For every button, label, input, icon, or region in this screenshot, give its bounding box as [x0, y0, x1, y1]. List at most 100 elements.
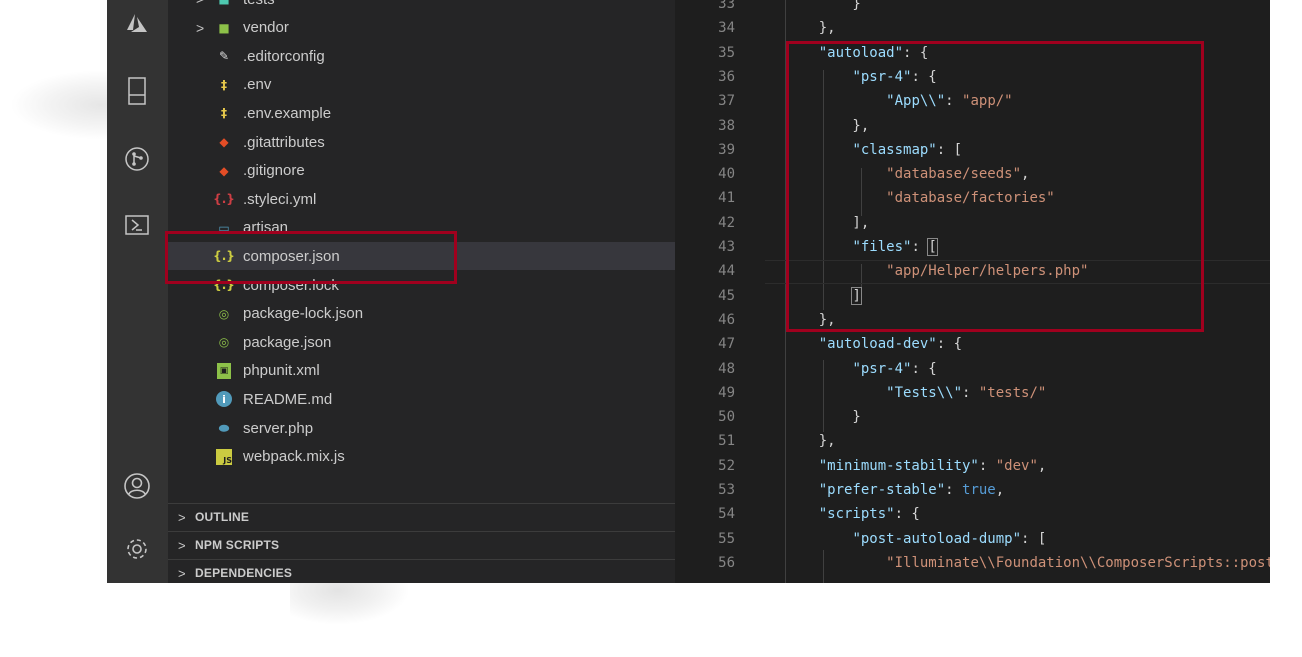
chevron-right-icon: > [178, 565, 186, 581]
account-icon[interactable] [120, 469, 154, 503]
code-line[interactable]: 56 "Illuminate\\Foundation\\ComposerScri… [675, 552, 1270, 576]
line-number: 33 [718, 0, 735, 12]
yaml-icon: {.} [213, 192, 235, 207]
panel-npm-scripts[interactable]: > NPM SCRIPTS [168, 531, 675, 558]
code-line[interactable]: 37 "App\\": "app/" [675, 90, 1270, 114]
code-line[interactable]: 53 "prefer-stable": true, [675, 479, 1270, 503]
code-line[interactable]: 54 "scripts": { [675, 503, 1270, 527]
code-text: }, [785, 117, 870, 134]
code-editor[interactable]: 33 } 34 }, 35 "autoload": {36 "psr-4": {37… [675, 0, 1270, 583]
git-icon: ◆ [219, 135, 229, 149]
code-line[interactable]: 55 "post-autoload-dump": [ [675, 528, 1270, 552]
code-line[interactable]: 52 "minimum-stability": "dev", [675, 455, 1270, 479]
terminal-icon[interactable] [120, 208, 154, 242]
file-name-label: package-lock.json [243, 305, 364, 323]
env-icon: ‡ [221, 106, 227, 121]
code-text: "scripts": { [818, 506, 920, 523]
tree-file[interactable]: {.} composer.json [168, 242, 675, 271]
activity-bar [107, 0, 168, 583]
code-line[interactable]: 40 "database/seeds", [675, 163, 1270, 187]
line-number: 52 [718, 457, 735, 474]
tree-file[interactable]: ◆ .gitignore [168, 157, 675, 185]
folder-tests-icon: ■ [214, 0, 234, 8]
chevron-right-icon[interactable]: > [196, 20, 204, 36]
remote-explorer-icon[interactable] [120, 74, 154, 108]
code-line[interactable]: 43 "files": [ [675, 236, 1270, 260]
line-number: 56 [718, 554, 735, 571]
line-number: 39 [718, 141, 735, 158]
line-number: 55 [718, 530, 735, 547]
code-line[interactable]: 50 } [675, 406, 1270, 430]
panel-label: OUTLINE [195, 510, 250, 524]
code-text: "prefer-stable": true, [818, 482, 1005, 498]
line-number: 44 [718, 263, 735, 280]
tree-file[interactable]: ▭ artisan [168, 214, 675, 242]
tree-file[interactable]: ◎ package.json [168, 328, 675, 356]
editorconfig-icon: ✎ [218, 49, 230, 64]
code-line[interactable]: 48 "psr-4": { [675, 358, 1270, 382]
code-text: "psr-4": { [852, 360, 937, 377]
code-line[interactable]: 45 ] [675, 285, 1270, 309]
tree-folder[interactable]: > ■ vendor [168, 14, 675, 42]
code-line[interactable]: 34 }, [675, 17, 1270, 41]
tree-file[interactable]: {.} composer.lock [168, 271, 675, 299]
line-number: 40 [718, 166, 735, 183]
line-number: 41 [718, 190, 735, 207]
tree-file[interactable]: ‡ .env [168, 71, 675, 99]
line-number: 42 [718, 214, 735, 231]
code-line[interactable]: 44 "app/Helper/helpers.php" [675, 260, 1270, 285]
code-text: "post-autoload-dump": [ [852, 530, 1047, 547]
git-source-control-icon[interactable] [120, 142, 154, 176]
azure-icon[interactable] [120, 6, 154, 40]
code-line[interactable]: 35 "autoload": { [675, 42, 1270, 66]
npm-json-icon: ◎ [218, 335, 230, 350]
code-text: }, [785, 311, 836, 328]
code-text: "Tests\\": "tests/" [886, 384, 1047, 401]
line-number: 51 [718, 433, 735, 450]
settings-gear-icon[interactable] [120, 532, 154, 566]
code-line[interactable]: 38 }, [675, 115, 1270, 139]
panel-label: DEPENDENCIES [195, 566, 293, 580]
git-icon: ◆ [219, 163, 229, 178]
code-line[interactable]: 39 "classmap": [ [675, 139, 1270, 163]
tree-file[interactable]: JS webpack.mix.js [168, 443, 675, 471]
line-number: 54 [718, 506, 735, 523]
panel-outline[interactable]: > OUTLINE [168, 503, 675, 530]
tree-file[interactable]: ‡ .env.example [168, 99, 675, 127]
file-icon: ▭ [218, 220, 230, 235]
line-number: 46 [718, 311, 735, 328]
xml-icon: ▣ [217, 362, 231, 379]
env-icon: ‡ [221, 77, 227, 92]
tree-file[interactable]: ✎ .editorconfig [168, 42, 675, 70]
tree-file[interactable]: ◆ .gitattributes [168, 128, 675, 156]
tree-file[interactable]: i README.md [168, 385, 675, 413]
file-name-label: .editorconfig [243, 47, 325, 65]
code-line[interactable]: 51 }, [675, 430, 1270, 454]
chevron-right-icon: > [178, 509, 186, 525]
code-text: "database/seeds", [886, 166, 1030, 183]
code-line[interactable]: 46 }, [675, 309, 1270, 333]
code-text: "classmap": [ [852, 141, 963, 158]
file-name-label: .styleci.yml [243, 190, 317, 208]
line-number: 34 [718, 20, 735, 37]
tree-file[interactable]: ◎ package-lock.json [168, 300, 675, 328]
line-number: 47 [718, 336, 735, 353]
chevron-right-icon[interactable]: > [196, 0, 204, 7]
code-line[interactable]: 33 } [675, 0, 1270, 17]
code-line[interactable]: 36 "psr-4": { [675, 66, 1270, 90]
file-name-label: .gitattributes [243, 133, 325, 151]
code-text: "database/factories" [886, 190, 1055, 207]
code-line[interactable]: 47 "autoload-dev": { [675, 333, 1270, 357]
panel-dependencies[interactable]: > DEPENDENCIES [168, 559, 675, 583]
file-name-label: phpunit.xml [243, 362, 320, 380]
tree-file[interactable]: ▣ phpunit.xml [168, 357, 675, 385]
code-text: "autoload-dev": { [818, 336, 963, 353]
code-line[interactable]: 42 ], [675, 212, 1270, 236]
line-number: 50 [718, 409, 735, 426]
tree-file[interactable]: {.} .styleci.yml [168, 185, 675, 213]
code-text: } [785, 409, 861, 426]
tree-folder[interactable]: > ■ tests [168, 0, 675, 13]
code-line[interactable]: 41 "database/factories" [675, 187, 1270, 211]
tree-file[interactable]: ⬬ server.php [168, 414, 675, 442]
code-line[interactable]: 49 "Tests\\": "tests/" [675, 382, 1270, 406]
